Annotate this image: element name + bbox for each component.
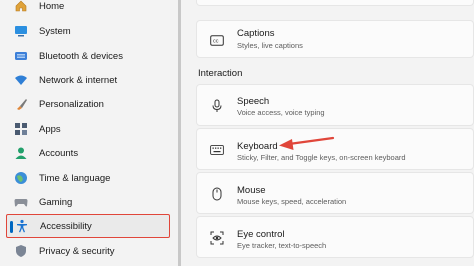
svg-text:cc: cc	[213, 38, 219, 44]
sidebar-item-system[interactable]: System	[6, 19, 170, 43]
sidebar-item-apps[interactable]: Apps	[6, 117, 170, 141]
sidebar-item-label: Network & internet	[39, 74, 118, 86]
shield-icon	[13, 243, 29, 259]
section-title-interaction: Interaction	[198, 68, 243, 79]
sidebar-item-bluetooth[interactable]: Bluetooth & devices	[6, 44, 170, 68]
keyboard-card[interactable]: Keyboard Sticky, Filter, and Toggle keys…	[196, 128, 474, 170]
captions-subtitle: Styles, live captions	[237, 41, 303, 50]
speech-subtitle: Voice access, voice typing	[237, 108, 325, 117]
mouse-subtitle: Mouse keys, speed, acceleration	[237, 197, 347, 206]
sidebar-item-label: Apps	[39, 123, 61, 135]
eye-control-subtitle: Eye tracker, text-to-speech	[237, 241, 327, 250]
sidebar-item-label: Accessibility	[40, 220, 92, 232]
previous-setting-card	[196, 0, 474, 6]
sidebar-item-label: Gaming	[39, 196, 73, 208]
sidebar-item-label: Bluetooth & devices	[39, 50, 123, 62]
keyboard-icon	[209, 142, 225, 158]
speech-card[interactable]: Speech Voice access, voice typing	[196, 84, 474, 126]
controller-icon	[13, 194, 29, 210]
bluetooth-icon	[13, 48, 29, 64]
captions-title: Captions	[237, 28, 275, 39]
sidebar-item-personalization[interactable]: Personalization	[6, 92, 170, 116]
mouse-card[interactable]: Mouse Mouse keys, speed, acceleration	[196, 172, 474, 214]
brush-icon	[13, 96, 29, 112]
sidebar-item-network[interactable]: Network & internet	[6, 68, 170, 92]
apps-icon	[13, 121, 29, 137]
keyboard-title: Keyboard	[237, 141, 278, 152]
sidebar-item-accessibility[interactable]: Accessibility	[6, 214, 170, 238]
home-icon	[13, 0, 29, 14]
main-content: cc Captions Styles, live captions Intera…	[181, 0, 474, 266]
eye-icon	[209, 230, 225, 246]
accessibility-icon	[14, 218, 30, 234]
eye-control-title: Eye control	[237, 229, 285, 240]
sidebar-item-label: Privacy & security	[39, 245, 115, 257]
keyboard-subtitle: Sticky, Filter, and Toggle keys, on-scre…	[237, 153, 406, 162]
sidebar-item-gaming[interactable]: Gaming	[6, 190, 170, 214]
speech-title: Speech	[237, 96, 270, 107]
captions-card[interactable]: cc Captions Styles, live captions	[196, 20, 474, 58]
sidebar-item-label: System	[39, 25, 71, 37]
sidebar: Home System Bluetooth & devices Network …	[0, 0, 176, 266]
eye-control-card[interactable]: Eye control Eye tracker, text-to-speech	[196, 216, 474, 258]
microphone-icon	[209, 98, 225, 114]
wifi-icon	[13, 72, 29, 88]
captions-icon: cc	[209, 32, 225, 48]
person-icon	[13, 145, 29, 161]
sidebar-item-label: Accounts	[39, 147, 79, 159]
sidebar-item-accounts[interactable]: Accounts	[6, 141, 170, 165]
selection-indicator	[10, 221, 13, 233]
sidebar-item-privacy[interactable]: Privacy & security	[6, 239, 170, 263]
sidebar-item-time-language[interactable]: Time & language	[6, 166, 170, 190]
sidebar-item-label: Time & language	[39, 172, 111, 184]
system-icon	[13, 23, 29, 39]
sidebar-item-label: Home	[39, 0, 65, 12]
sidebar-item-label: Personalization	[39, 98, 104, 110]
mouse-icon	[209, 186, 225, 202]
sidebar-item-home[interactable]: Home	[6, 0, 170, 18]
globe-icon	[13, 170, 29, 186]
mouse-title: Mouse	[237, 185, 266, 196]
